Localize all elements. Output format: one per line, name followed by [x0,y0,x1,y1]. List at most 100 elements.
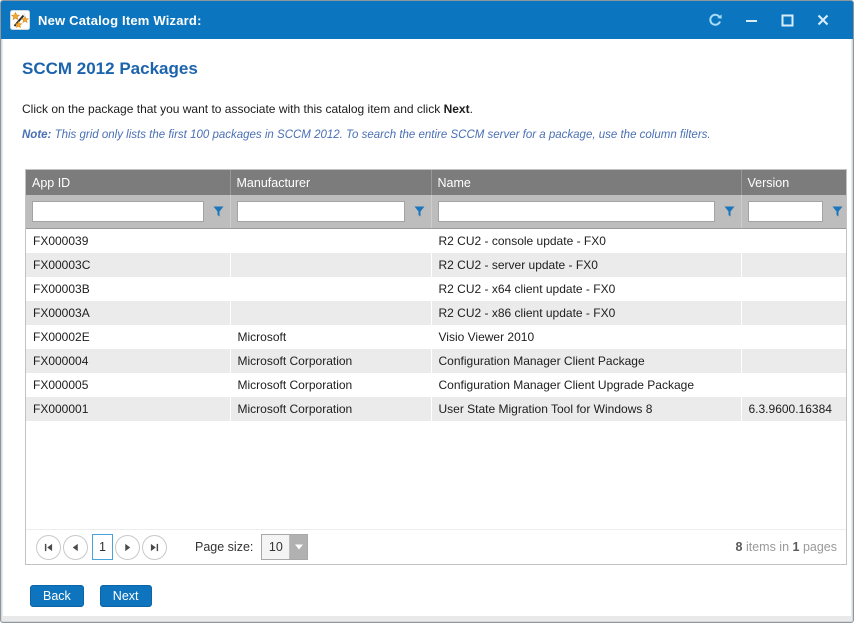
instruction-text: Click on the package that you want to as… [22,102,473,116]
table-cell [741,277,847,301]
table-cell: Microsoft Corporation [230,349,431,373]
column-header-name[interactable]: Name [431,170,741,195]
minimize-icon [745,14,758,27]
page-size-value: 10 [262,535,290,559]
filter-input-version[interactable] [748,201,823,222]
pager-next-button[interactable] [115,535,140,560]
window-title: New Catalog Item Wizard: [38,13,202,28]
instruction-next-emphasis: Next [444,102,470,116]
column-header-manufacturer[interactable]: Manufacturer [230,170,431,195]
table-cell: Microsoft Corporation [230,397,431,421]
pages-text: pages [799,540,837,554]
grid-empty-area [26,421,846,529]
last-page-icon [150,543,159,552]
table-cell: Microsoft [230,325,431,349]
wizard-window: New Catalog Item Wizard: [0,0,854,623]
table-cell: FX00003C [26,253,230,277]
table-row[interactable]: FX000005Microsoft CorporationConfigurati… [26,373,847,397]
filter-input-name[interactable] [438,201,715,222]
table-cell: FX000001 [26,397,230,421]
minimize-button[interactable] [741,10,761,30]
first-page-icon [44,543,53,552]
close-button[interactable] [813,10,833,30]
table-cell [741,349,847,373]
footer-buttons: Back Next [30,585,152,607]
table-cell [230,301,431,325]
chevron-down-icon [294,543,304,551]
next-page-icon [123,543,132,552]
table-cell: FX00003A [26,301,230,325]
table-cell: Visio Viewer 2010 [431,325,741,349]
table-row[interactable]: FX000001Microsoft CorporationUser State … [26,397,847,421]
table-cell [741,373,847,397]
table-cell [230,253,431,277]
table-cell: 6.3.9600.16384 [741,397,847,421]
pager: 1 Page size: 10 8 items in 1 pages [26,529,846,564]
table-cell: FX000004 [26,349,230,373]
table-cell: FX000005 [26,373,230,397]
pager-current-page[interactable]: 1 [92,534,113,560]
page-size-dropdown-arrow[interactable] [290,535,307,559]
filter-input-app-id[interactable] [32,201,204,222]
back-button[interactable]: Back [30,585,84,607]
content-area: SCCM 2012 Packages Click on the package … [3,39,851,616]
pager-previous-button[interactable] [63,535,88,560]
filter-funnel-icon[interactable] [724,206,735,217]
note-text: Note: This grid only lists the first 100… [22,129,711,141]
instruction-prefix: Click on the package that you want to as… [22,102,444,116]
items-count: 8 [736,540,743,554]
table-cell [230,277,431,301]
wizard-wand-stars-icon [10,10,30,30]
packages-grid: App ID Manufacturer Name Version [25,169,847,565]
refresh-button[interactable] [705,10,725,30]
table-cell [230,229,431,254]
filter-funnel-icon[interactable] [832,206,843,217]
filter-funnel-icon[interactable] [213,206,224,217]
note-label: Note: [22,129,51,141]
grid-body: FX000039R2 CU2 - console update - FX0FX0… [26,229,847,422]
filter-input-manufacturer[interactable] [237,201,405,222]
table-cell: R2 CU2 - console update - FX0 [431,229,741,254]
close-icon [817,14,829,26]
page-size-label: Page size: [195,540,253,554]
maximize-button[interactable] [777,10,797,30]
table-cell: Configuration Manager Client Upgrade Pac… [431,373,741,397]
table-cell: FX00003B [26,277,230,301]
table-cell: R2 CU2 - x86 client update - FX0 [431,301,741,325]
table-row[interactable]: FX00003B R2 CU2 - x64 client update - FX0 [26,277,847,301]
table-row[interactable]: FX00003CR2 CU2 - server update - FX0 [26,253,847,277]
table-cell [741,301,847,325]
pager-summary: 8 items in 1 pages [736,540,837,554]
table-cell: User State Migration Tool for Windows 8 [431,397,741,421]
table-cell: Configuration Manager Client Package [431,349,741,373]
filter-funnel-icon[interactable] [414,206,425,217]
table-row[interactable]: FX00002EMicrosoftVisio Viewer 2010 [26,325,847,349]
packages-table: App ID Manufacturer Name Version [26,170,847,421]
table-cell: FX000039 [26,229,230,254]
table-row[interactable]: FX000004Microsoft CorporationConfigurati… [26,349,847,373]
table-cell [741,229,847,254]
previous-page-icon [71,543,80,552]
filter-row [26,195,847,229]
page-title: SCCM 2012 Packages [22,59,198,79]
column-header-app-id[interactable]: App ID [26,170,230,195]
table-header-row: App ID Manufacturer Name Version [26,170,847,195]
table-row[interactable]: FX00003A R2 CU2 - x86 client update - FX0 [26,301,847,325]
table-row[interactable]: FX000039 R2 CU2 - console update - FX0 [26,229,847,254]
table-cell: Microsoft Corporation [230,373,431,397]
table-cell [741,253,847,277]
table-cell: R2 CU2 - x64 client update - FX0 [431,277,741,301]
page-size-dropdown[interactable]: 10 [261,534,308,560]
note-body: This grid only lists the first 100 packa… [51,129,710,141]
refresh-icon [707,12,723,28]
table-cell: FX00002E [26,325,230,349]
pager-last-button[interactable] [142,535,167,560]
pager-first-button[interactable] [36,535,61,560]
next-button[interactable]: Next [100,585,152,607]
maximize-icon [781,14,794,27]
table-cell [741,325,847,349]
titlebar: New Catalog Item Wizard: [1,1,853,39]
instruction-suffix: . [470,102,473,116]
column-header-version[interactable]: Version [741,170,847,195]
window-controls [705,10,833,30]
